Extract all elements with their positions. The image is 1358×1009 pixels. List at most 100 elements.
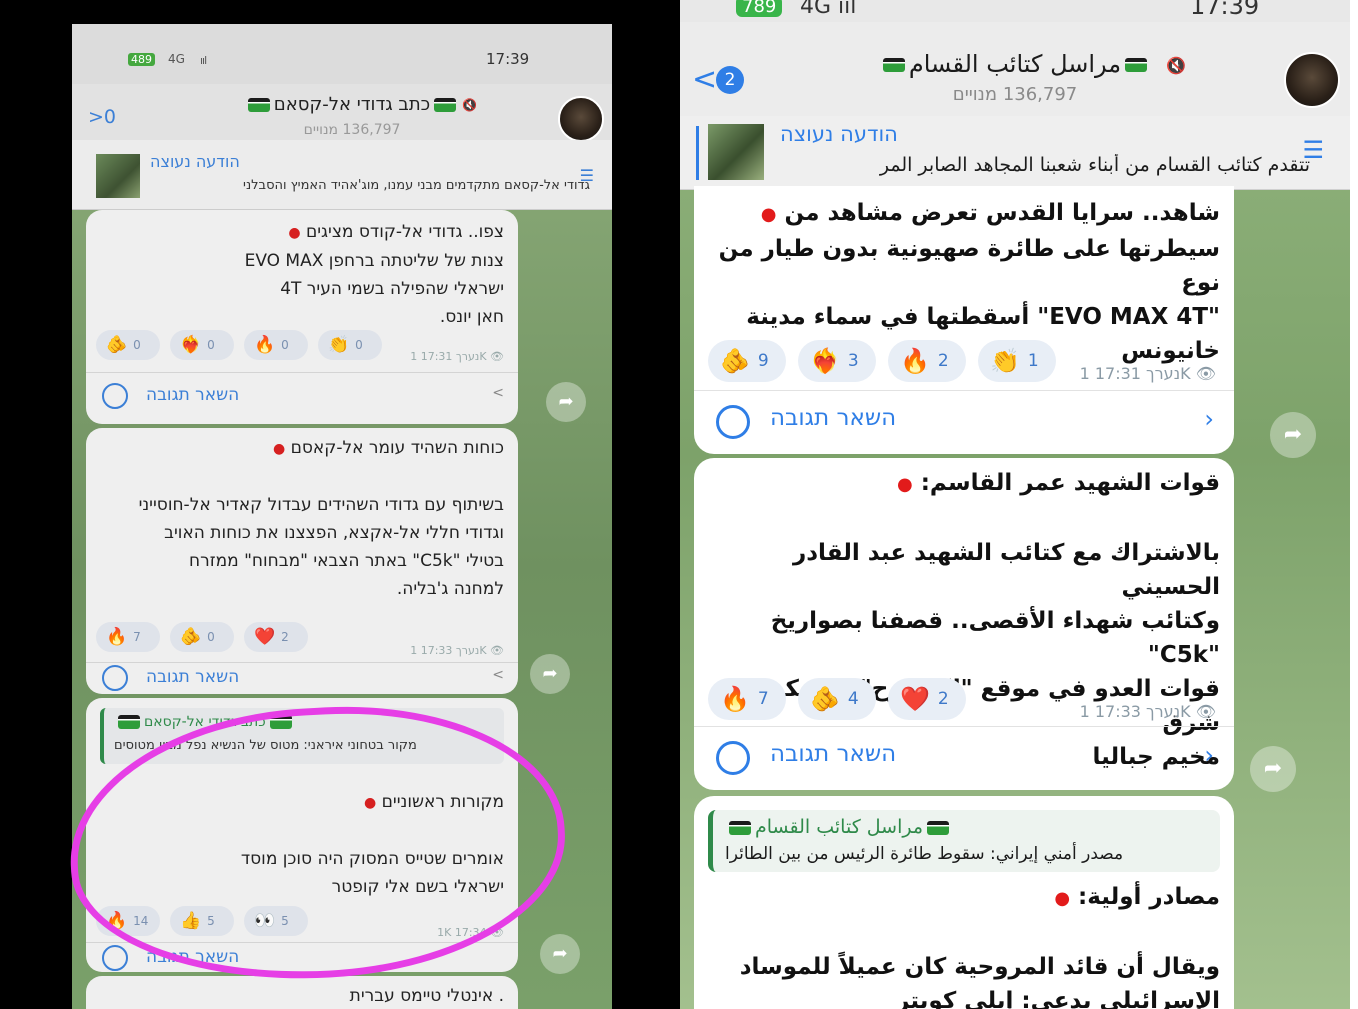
reaction-emoji: ❤️‍🔥 [810, 347, 840, 375]
pin-list-icon[interactable]: ☰ [580, 166, 594, 185]
reaction-count: 9 [757, 351, 769, 371]
pin-list-icon[interactable]: ☰ [1302, 136, 1324, 164]
channel-avatar[interactable] [558, 96, 604, 142]
message-bubble: مراسل كتائب القسام مصدر أمني إيراني: سقو… [694, 796, 1234, 1009]
reaction-emoji: 👀 [254, 911, 276, 931]
leave-comment-label: השאר תגובה [146, 667, 240, 687]
reaction-chip[interactable]: 👏 1 [978, 340, 1056, 382]
subscriber-count: 136,797 מנויים [952, 84, 1078, 105]
message-text: מקורות ראשוניים ● אומרים שטייס המסוק היה… [94, 788, 504, 901]
chevron-right-icon: › [1204, 405, 1214, 433]
leave-comment-bar[interactable]: השאר תגובה › [694, 726, 1234, 788]
battery-indicator: 789 [736, 0, 783, 17]
reaction-chip[interactable]: 🔥 7 [708, 678, 786, 720]
leave-comment-bar[interactable]: השאר תגובה [86, 942, 518, 972]
reaction-chip[interactable]: 🫵 9 [708, 340, 786, 382]
subscriber-count: 136,797 מנויים [303, 122, 401, 138]
back-button[interactable]: >0 [88, 106, 116, 128]
reaction-chip[interactable]: 👏 0 [318, 330, 382, 360]
quoted-message[interactable]: כתב גדודי אל-קסאם מקור בטחוני איראני: מט… [100, 708, 504, 764]
back-chevron-icon[interactable]: < [692, 62, 717, 97]
message-bubble: . אינטלי טיימס עברית [86, 976, 518, 1009]
channel-title[interactable]: مراسل كتائب القسام [830, 50, 1200, 78]
share-icon[interactable]: ➦ [1250, 746, 1296, 792]
reaction-chip[interactable]: 🔥 0 [244, 330, 308, 360]
reaction-chip[interactable]: 🫵 0 [96, 330, 160, 360]
reaction-chip[interactable]: 👍 5 [170, 906, 234, 936]
message-meta: נערך 17:33 1K 👁 [410, 644, 504, 657]
reaction-chip[interactable]: 🔥 14 [96, 906, 160, 936]
reaction-count: 14 [133, 914, 149, 928]
reaction-emoji: 🫵 [180, 627, 202, 647]
leave-comment-bar[interactable]: השאר תגובה < [86, 662, 518, 694]
pinned-message-bar[interactable]: הודעה נעוצה تتقدم كتائب القسام من أبناء … [680, 116, 1350, 190]
message-meta: נערך 17:31 1K 👁 [410, 350, 504, 363]
message-meta: 1K 17:34 👁 [437, 926, 504, 939]
reaction-emoji: 🔥 [720, 685, 750, 713]
red-dot-icon: ● [896, 474, 913, 495]
reaction-chip[interactable]: ❤️‍🔥 3 [798, 340, 876, 382]
reactions-row: 🔥 14 👍 5 👀 5 [96, 906, 308, 936]
reaction-chip[interactable]: ❤️ 2 [244, 622, 308, 652]
leave-comment-bar[interactable]: השאר תגובה < [86, 372, 518, 420]
chevron-right-icon: › [1204, 741, 1214, 769]
message-bubble: צפו.. גדודי אל-קודס מציגים ● צנות של שלי… [86, 210, 518, 424]
message-bubble: شاهد.. سرايا القدس تعرض مشاهد من ● سيطرت… [694, 186, 1234, 454]
reaction-chip[interactable]: 🫵 4 [798, 678, 876, 720]
flag-icon [247, 98, 270, 112]
pinned-thumbnail [96, 154, 140, 198]
reaction-chip[interactable]: 🔥 7 [96, 622, 160, 652]
reaction-emoji: 🔥 [254, 335, 276, 355]
message-line: قوات الشهيد عمر القاسم: [920, 470, 1220, 496]
unread-badge[interactable]: 2 [716, 66, 744, 94]
share-icon[interactable]: ➦ [546, 382, 586, 422]
reaction-emoji: 👏 [990, 347, 1020, 375]
status-bar: 789 4G ııl 17:39 [680, 0, 1350, 22]
message-line: אומרים שטייס המסוק היה סוכן מוסד [240, 849, 504, 869]
message-bubble: قوات الشهيد عمر القاسم: ● بالاشتراك مع ك… [694, 458, 1234, 790]
reaction-emoji: ❤️ [900, 685, 930, 713]
pinned-text: تتقدم كتائب القسام من أبناء شعبنا المجاه… [879, 154, 1310, 176]
quoted-message[interactable]: مراسل كتائب القسام مصدر أمني إيراني: سقو… [708, 810, 1220, 872]
reaction-emoji: 🔥 [900, 347, 930, 375]
pinned-title: הודעה נעוצה [780, 122, 898, 146]
reaction-chip[interactable]: 🫵 0 [170, 622, 234, 652]
comment-icon [102, 945, 128, 971]
message-bubble: כוחות השהיד עומר אל-קאסם ● בשיתוף עם גדו… [86, 428, 518, 694]
share-icon[interactable]: ➦ [530, 654, 570, 694]
reaction-emoji: 🔥 [106, 911, 128, 931]
pinned-text: גדודי אל-קסאם מתקדמים מבני עמנו, מוג'אהי… [243, 178, 590, 193]
share-icon[interactable]: ➦ [1270, 412, 1316, 458]
flag-icon [269, 715, 292, 729]
red-dot-icon: ● [272, 441, 286, 457]
flag-icon [927, 820, 950, 835]
reaction-emoji: ❤️‍🔥 [180, 335, 202, 355]
reaction-count: 1 [1027, 351, 1039, 371]
comment-icon [102, 665, 128, 691]
message-meta: נערך 17:31 1K 👁 [1079, 364, 1216, 383]
message-line: כוחות השהיד עומר אל-קאסם [290, 438, 504, 458]
channel-avatar[interactable] [1284, 52, 1340, 108]
message-line: בטילי "C5k" באתר הצבאי "מבחוח" ממזרח [189, 551, 504, 571]
message-meta: נערך 17:33 1K 👁 [1079, 702, 1216, 721]
reaction-chip[interactable]: 👀 5 [244, 906, 308, 936]
reaction-count: 5 [207, 914, 215, 928]
quoted-author: כתב גדודי אל-קסאם [114, 714, 296, 730]
message-text: مصادر أولية: ● ويقال أن قائد المروحية كا… [706, 880, 1220, 1009]
leave-comment-label: השאר תגובה [770, 741, 897, 767]
message-text: כוחות השהיד עומר אל-קאסם ● בשיתוף עם גדו… [94, 434, 504, 603]
red-dot-icon: ● [288, 225, 301, 241]
reactions-row: 🔥 7 🫵 0 ❤️ 2 [96, 622, 308, 652]
pinned-message-bar[interactable]: הודעה נעוצה גדודי אל-קסאם מתקדמים מבני ע… [72, 140, 612, 210]
share-icon[interactable]: ➦ [540, 934, 580, 974]
reaction-chip[interactable]: ❤️‍🔥 0 [170, 330, 234, 360]
leave-comment-bar[interactable]: השאר תגובה › [694, 390, 1234, 452]
reaction-chip[interactable]: ❤️ 2 [888, 678, 966, 720]
network-indicator: 4G ııl [800, 0, 857, 19]
reaction-count: 0 [355, 338, 363, 352]
channel-title[interactable]: כתב גדודי אל-קסאם [222, 94, 482, 115]
reaction-chip[interactable]: 🔥 2 [888, 340, 966, 382]
reaction-count: 0 [133, 338, 141, 352]
